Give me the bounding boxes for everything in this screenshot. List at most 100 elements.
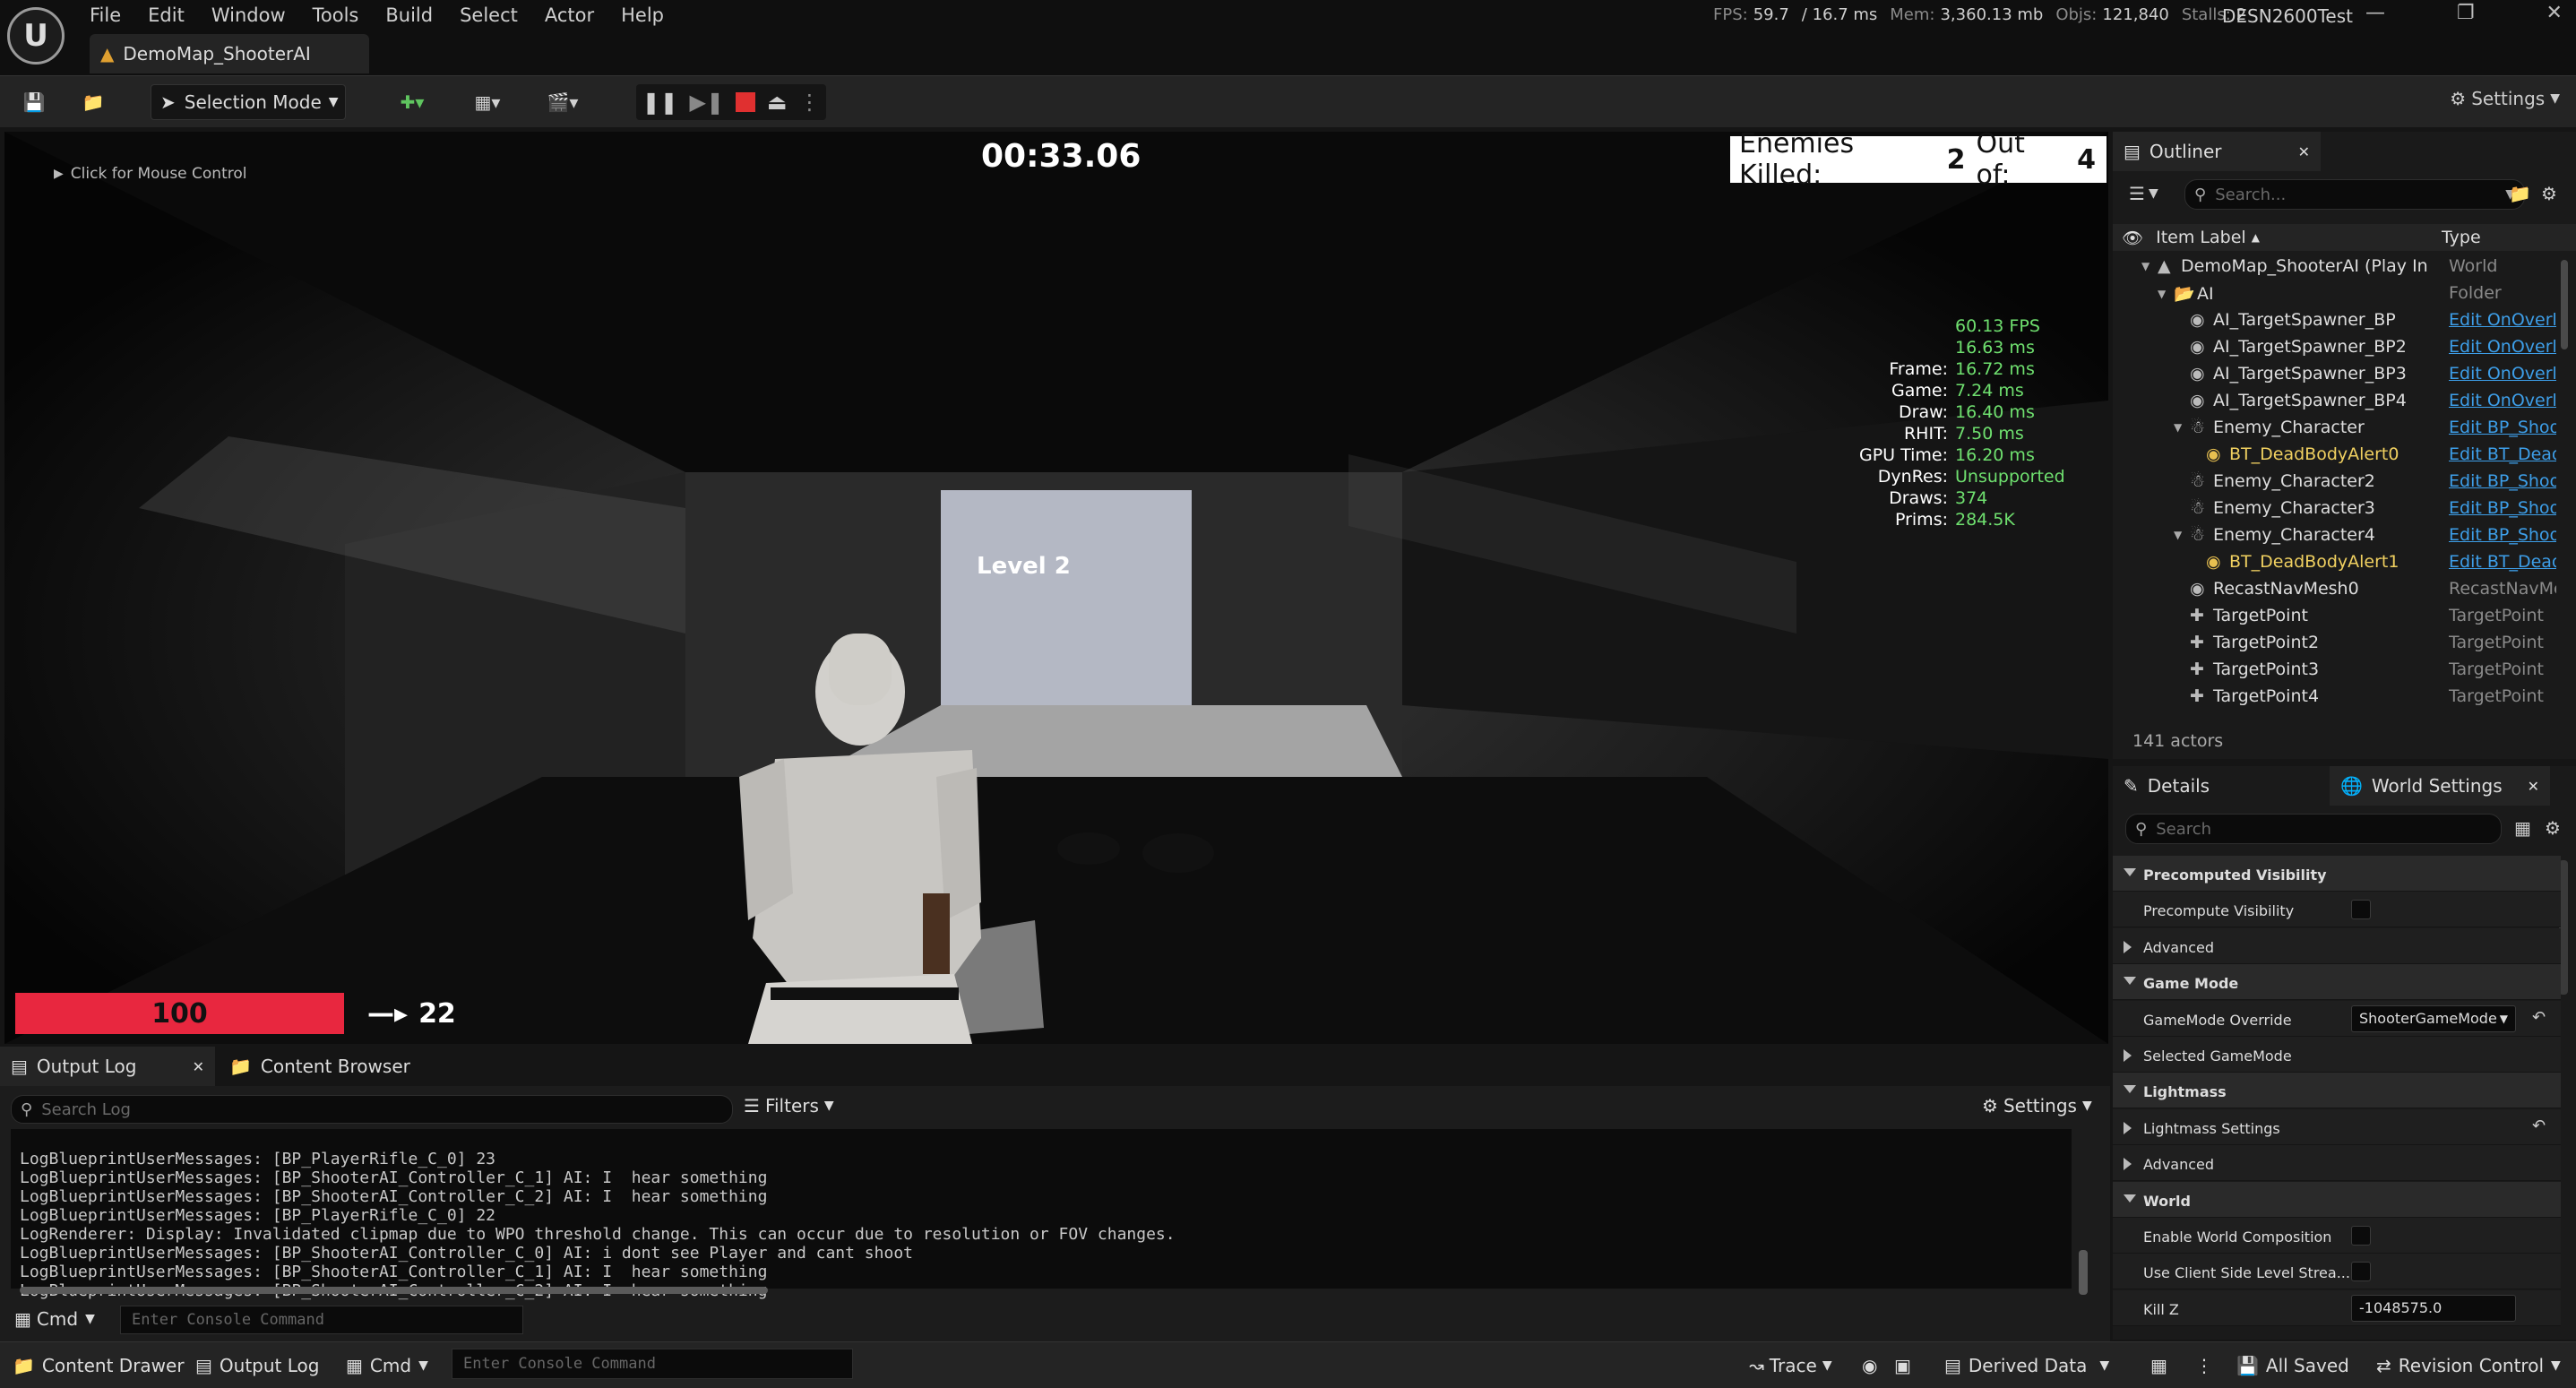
table-view-icon[interactable]: ▦: [2514, 817, 2531, 839]
expand-arrow-icon[interactable]: [2124, 1158, 2132, 1171]
status-cmd-dropdown[interactable]: ▦ Cmd ▼: [346, 1355, 428, 1376]
expand-arrow-icon[interactable]: [2124, 1049, 2132, 1062]
edit-blueprint-link[interactable]: Edit BT_Dead: [2449, 444, 2556, 464]
game-viewport[interactable]: Level 2: [4, 132, 2108, 1044]
search-log-input[interactable]: ⚲ Search Log: [11, 1095, 733, 1124]
property-checkbox[interactable]: [2351, 1262, 2371, 1282]
gamemode-override-select[interactable]: ShooterGameMode ▼: [2351, 1004, 2516, 1032]
content-drawer-button[interactable]: 📁 Content Drawer: [13, 1355, 185, 1376]
outliner-row[interactable]: ◉ AI_TargetSpawner_BP2 Edit OnOverla: [2113, 337, 2561, 364]
close-icon[interactable]: ✕: [2528, 778, 2539, 795]
log-console-input[interactable]: Enter Console Command: [120, 1306, 523, 1334]
details-search-input[interactable]: ⚲ Search: [2125, 814, 2502, 844]
col-type[interactable]: Type: [2442, 228, 2481, 247]
eject-icon[interactable]: ⏏: [767, 90, 788, 115]
blueprint-icon[interactable]: ▦▾: [461, 84, 514, 120]
outliner-row[interactable]: ◉ BT_DeadBodyAlert1 Edit BT_Dead: [2113, 552, 2561, 579]
edit-blueprint-link[interactable]: Edit OnOverla: [2449, 337, 2556, 357]
details-section-header[interactable]: World: [2113, 1181, 2561, 1218]
edit-blueprint-link[interactable]: Edit OnOverla: [2449, 391, 2556, 410]
menu-build[interactable]: Build: [385, 4, 433, 26]
outliner-row[interactable]: ✚ TargetPoint3 TargetPoint: [2113, 660, 2561, 686]
derived-data-button[interactable]: ▤ Derived Data ▼: [1944, 1355, 2109, 1376]
expand-arrow-icon[interactable]: [2124, 940, 2132, 953]
outliner-row[interactable]: ◉ BT_DeadBodyAlert0 Edit BT_Dead: [2113, 444, 2561, 471]
menu-tools[interactable]: Tools: [313, 4, 359, 26]
reset-to-default-icon[interactable]: ↶: [2532, 1008, 2546, 1027]
trace-button[interactable]: ↝ Trace ▼: [1749, 1355, 1832, 1376]
log-cmd-dropdown[interactable]: ▦ Cmd ▼: [14, 1308, 95, 1330]
outliner-filter-button[interactable]: ☰ ▼: [2129, 183, 2158, 204]
edit-blueprint-link[interactable]: Edit BP_Shoo: [2449, 498, 2556, 518]
menu-file[interactable]: File: [90, 4, 121, 26]
kill-z-input[interactable]: -1048575.0: [2351, 1294, 2516, 1322]
pause-icon[interactable]: ❚❚: [642, 90, 677, 115]
details-section-header[interactable]: Lightmass: [2113, 1073, 2561, 1109]
outliner-row[interactable]: ☃ Enemy_Character3 Edit BP_Shoo: [2113, 498, 2561, 525]
outliner-row[interactable]: ☃ Enemy_Character2 Edit BP_Shoo: [2113, 471, 2561, 498]
log-vertical-scrollbar[interactable]: [2079, 1250, 2088, 1295]
more-options-icon[interactable]: ⋮: [2195, 1355, 2213, 1376]
menu-window[interactable]: Window: [211, 4, 286, 26]
outliner-row[interactable]: ▼ ☃ Enemy_Character4 Edit BP_Shoo: [2113, 525, 2561, 552]
visibility-icon[interactable]: 👁: [2122, 228, 2143, 248]
log-output[interactable]: LogBlueprintUserMessages: [BP_PlayerRifl…: [11, 1129, 2072, 1300]
expand-arrow-icon[interactable]: ▼: [2174, 529, 2190, 541]
edit-blueprint-link[interactable]: Edit BP_Shoo: [2449, 525, 2556, 545]
outliner-row[interactable]: ◉ AI_TargetSpawner_BP4 Edit OnOverla: [2113, 391, 2561, 418]
save-icon[interactable]: 💾: [16, 84, 52, 120]
add-actor-icon[interactable]: ✚▾: [385, 84, 439, 120]
filters-button[interactable]: ☰ Filters ▼: [744, 1095, 834, 1116]
step-icon[interactable]: ▶❚: [690, 90, 725, 115]
record-icon[interactable]: ◉: [1862, 1355, 1877, 1376]
details-property-row[interactable]: Selected GameMode: [2113, 1037, 2561, 1073]
outliner-row[interactable]: ◉ RecastNavMesh0 RecastNavMe: [2113, 579, 2561, 606]
outliner-search-input[interactable]: ⚲ Search... ▼: [2184, 179, 2525, 210]
mouse-control-hint[interactable]: ▶ Click for Mouse Control: [54, 165, 247, 183]
details-property-row[interactable]: Advanced: [2113, 927, 2561, 964]
collapse-arrow-icon[interactable]: [2124, 868, 2136, 876]
tab-outliner[interactable]: ▤ Outliner ✕: [2113, 132, 2321, 171]
selection-mode-dropdown[interactable]: ➤ Selection Mode ▼: [151, 84, 346, 120]
all-saved-button[interactable]: 💾 All Saved: [2236, 1355, 2349, 1376]
revision-control-button[interactable]: ⇄ Revision Control ▼: [2376, 1355, 2561, 1376]
menu-select[interactable]: Select: [460, 4, 518, 26]
toolbar-settings-button[interactable]: ⚙ Settings ▼: [2450, 88, 2560, 109]
tab-world-settings[interactable]: 🌐 World Settings ✕: [2330, 766, 2550, 806]
edit-blueprint-link[interactable]: Edit BT_Dead: [2449, 552, 2556, 572]
outliner-scrollbar[interactable]: [2561, 260, 2568, 349]
maximize-icon[interactable]: ❐: [2457, 2, 2475, 24]
details-section-header[interactable]: Game Mode: [2113, 964, 2561, 1001]
collapse-arrow-icon[interactable]: [2124, 1085, 2136, 1094]
status-console-input[interactable]: Enter Console Command: [452, 1349, 853, 1379]
source-control-icon[interactable]: ▦: [2150, 1355, 2167, 1376]
edit-blueprint-link[interactable]: Edit BP_Shoo: [2449, 471, 2556, 491]
expand-arrow-icon[interactable]: ▼: [2141, 260, 2158, 272]
expand-arrow-icon[interactable]: [2124, 1121, 2132, 1134]
screenshot-icon[interactable]: ▣: [1894, 1355, 1911, 1376]
edit-blueprint-link[interactable]: Edit OnOverla: [2449, 310, 2556, 330]
tab-content-browser[interactable]: 📁 Content Browser: [219, 1047, 421, 1086]
details-section-header[interactable]: Precomputed Visibility: [2113, 856, 2561, 892]
cinematics-icon[interactable]: 🎬▾: [536, 84, 590, 120]
gear-icon[interactable]: ⚙: [2541, 183, 2557, 204]
collapse-arrow-icon[interactable]: [2124, 1194, 2136, 1203]
tab-output-log[interactable]: ▤ Output Log ✕: [0, 1047, 215, 1086]
menu-edit[interactable]: Edit: [148, 4, 185, 26]
close-icon[interactable]: ✕: [2546, 2, 2563, 24]
property-checkbox[interactable]: [2351, 900, 2371, 920]
status-output-log-button[interactable]: ▤ Output Log: [195, 1355, 319, 1376]
outliner-row[interactable]: ▼ 📂 AI Folder: [2113, 283, 2561, 310]
details-property-row[interactable]: Lightmass Settings: [2113, 1108, 2561, 1145]
unreal-logo-icon[interactable]: U: [7, 7, 65, 65]
outliner-row[interactable]: ✚ TargetPoint TargetPoint: [2113, 606, 2561, 633]
close-icon[interactable]: ✕: [2298, 143, 2310, 160]
log-settings-button[interactable]: ⚙ Settings ▼: [1982, 1095, 2092, 1116]
expand-arrow-icon[interactable]: ▼: [2174, 421, 2190, 434]
tab-details[interactable]: ✎ Details: [2113, 766, 2328, 806]
stop-icon[interactable]: [736, 92, 756, 112]
level-tab[interactable]: ▲ DemoMap_ShooterAI: [90, 34, 369, 73]
minimize-icon[interactable]: —: [2365, 2, 2385, 24]
close-icon[interactable]: ✕: [193, 1058, 204, 1075]
edit-blueprint-link[interactable]: Edit OnOverla: [2449, 364, 2556, 384]
